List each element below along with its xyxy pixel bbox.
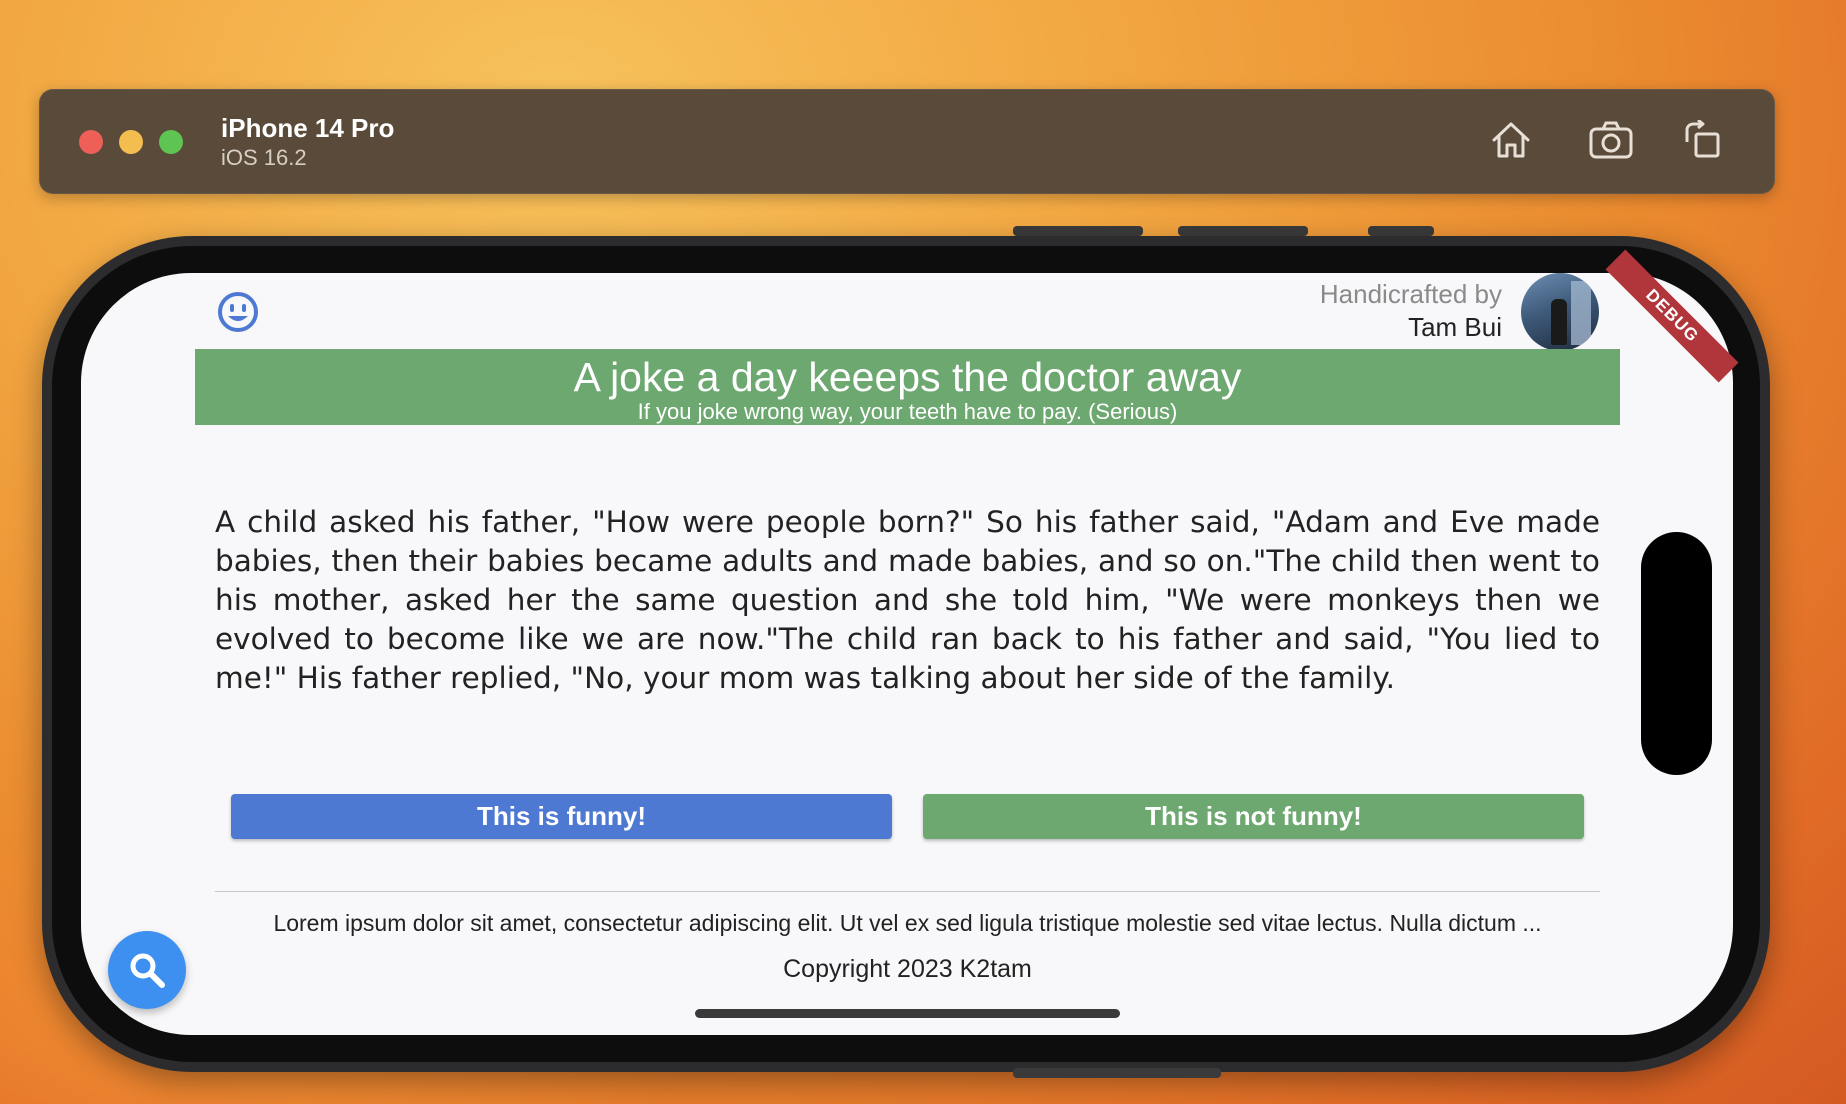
- volume-down-button: [1178, 226, 1308, 236]
- screenshot-button[interactable]: [1587, 116, 1635, 164]
- rotate-button[interactable]: [1678, 116, 1726, 164]
- action-button: [1368, 226, 1434, 236]
- rotate-icon: [1685, 120, 1720, 158]
- volume-up-button: [1013, 226, 1143, 236]
- dynamic-island: [1641, 532, 1712, 775]
- credit-name: Tam Bui: [1408, 312, 1502, 342]
- funny-button[interactable]: This is funny!: [231, 794, 892, 839]
- credit-label: Handicrafted by: [1319, 279, 1502, 309]
- banner: A joke a day keeeps the doctor away If y…: [195, 349, 1620, 425]
- device-name: iPhone 14 Pro: [221, 113, 395, 143]
- avatar: [1521, 273, 1599, 351]
- power-button: [1013, 1068, 1221, 1078]
- footer-divider: [215, 891, 1600, 892]
- banner-title: A joke a day keeeps the doctor away: [573, 354, 1242, 400]
- close-window-button[interactable]: [79, 130, 103, 154]
- banner-subtitle: If you joke wrong way, your teeth have t…: [637, 399, 1178, 424]
- zoom-window-button[interactable]: [159, 130, 183, 154]
- screenshot-icon: [1589, 121, 1633, 159]
- copyright: Copyright 2023 K2tam: [783, 955, 1032, 983]
- os-version: iOS 16.2: [221, 145, 307, 170]
- footer-lorem: Lorem ipsum dolor sit amet, consectetur …: [273, 910, 1542, 936]
- home-indicator[interactable]: [695, 1009, 1120, 1018]
- home-icon: [1492, 122, 1530, 158]
- smiley-icon[interactable]: [216, 290, 260, 334]
- not-funny-button[interactable]: This is not funny!: [923, 794, 1584, 839]
- home-button[interactable]: [1487, 116, 1535, 164]
- joke-text: A child asked his father, "How were peop…: [215, 505, 1600, 695]
- minimize-window-button[interactable]: [119, 130, 143, 154]
- search-icon: [130, 953, 165, 988]
- search-fab[interactable]: [108, 931, 186, 1009]
